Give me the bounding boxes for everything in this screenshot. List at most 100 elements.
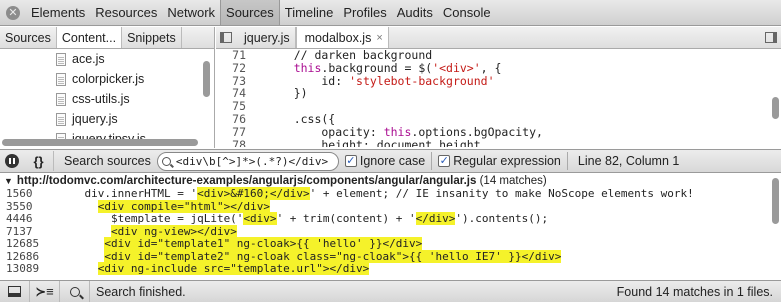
file-icon [56,52,66,66]
search-toggle-button[interactable] [60,280,90,302]
code-line: 74 }) [216,86,781,101]
show-debugger-sidebar-button[interactable] [761,27,781,48]
navigator-scrollbar[interactable] [201,49,212,147]
result-line[interactable]: 12685 <div id="template1" ng-cloak>{{ 'h… [0,237,781,251]
ignore-case-checkbox[interactable]: ✓ Ignore case [344,154,425,168]
result-match-count: (14 matches) [479,175,547,187]
scrollbar-thumb[interactable] [772,178,779,224]
search-icon [161,156,171,166]
file-icon [56,72,66,86]
pause-icon [5,154,19,168]
match-highlight: <div ng-view></div> [110,224,237,238]
code-line: 78 height: document.height [216,138,781,147]
tab-console[interactable]: Console [438,0,496,25]
editor-scrollbar[interactable] [770,49,781,147]
cursor-position: Line 82, Column 1 [577,154,680,168]
search-label: Search sources [64,154,151,168]
search-input[interactable]: <div\b[^>]*>(.*?)</div> [156,151,339,171]
file-name: colorpicker.js [72,72,145,86]
pause-on-exceptions-button[interactable] [0,154,24,168]
navigator-tabs: Sources Content... Snippets [0,27,214,49]
line-number[interactable]: 72 [216,61,256,75]
search-results: ▼ http://todomvc.com/architecture-example… [0,174,781,279]
tab-resources[interactable]: Resources [90,0,162,25]
dock-toggle-button[interactable] [0,280,30,302]
line-number[interactable]: 76 [216,113,256,126]
navigator-horizontal-scrollbar[interactable] [0,137,215,147]
file-tree-item[interactable]: jquery.js [0,109,214,129]
match-summary: Found 14 matches in 1 files. [616,284,773,299]
scrollbar-thumb[interactable] [2,139,198,146]
result-line-number: 1560 [6,187,33,200]
navigator-tab-sources[interactable]: Sources [0,27,57,48]
line-text [256,100,266,113]
console-icon: ≻≡ [35,283,54,299]
code-view[interactable]: 71 // darken background 72 this.backgrou… [216,49,781,147]
line-text: .css({ [266,111,336,126]
file-name: ace.js [72,52,105,66]
file-tree-item[interactable]: css-utils.js [0,89,214,109]
tab-network[interactable]: Network [162,0,220,25]
editor-tab-modalbox[interactable]: modalbox.js × [295,27,389,48]
code-line: 77 opacity: this.options.bgOpacity, [216,124,781,139]
navigator-tab-content-scripts[interactable]: Content... [56,27,123,48]
regular-expression-checkbox[interactable]: ✓ Regular expression [438,154,561,168]
line-number[interactable]: 71 [216,49,256,62]
tab-elements[interactable]: Elements [26,0,90,25]
panel-toolbar: ✕ Elements Resources Network Sources Tim… [0,0,781,26]
show-navigator-button[interactable] [216,27,236,48]
file-tree-item[interactable]: ace.js [0,49,214,69]
line-number[interactable]: 77 [216,125,256,139]
search-icon [69,286,80,297]
result-line[interactable]: 4446 $template = jqLite('<div>' + trim(c… [0,212,781,226]
match-highlight: <div id="template2" ng-cloak class="ng-c… [104,249,562,263]
editor-tab-jquery[interactable]: jquery.js [236,27,296,48]
match-highlight: <div compile="html"></div> [97,199,270,213]
scrollbar-thumb[interactable] [772,97,779,119]
line-number[interactable]: 78 [216,138,256,147]
result-file-header[interactable]: ▼ http://todomvc.com/architecture-example… [0,174,781,188]
match-highlight: <div> [243,212,277,225]
match-highlight: <div id="template1" ng-cloak>{{ 'hello' … [104,237,423,250]
editor-tab-label: modalbox.js [304,30,372,45]
checkbox-check-icon[interactable]: ✓ [438,155,451,167]
navigator-toggle-icon [220,32,232,43]
search-query[interactable]: <div\b[^>]*>(.*?)</div> [176,155,328,168]
file-tree: ace.js colorpicker.js css-utils.js jquer… [0,49,214,147]
tab-audits[interactable]: Audits [392,0,438,25]
results-scrollbar[interactable] [770,174,781,279]
show-console-button[interactable]: ≻≡ [30,280,60,302]
file-icon [56,92,66,106]
debugger-toggle-icon [765,32,777,43]
navigator-tab-snippets[interactable]: Snippets [122,27,182,48]
sources-navigator: Sources Content... Snippets ace.js color… [0,27,215,148]
line-text: opacity: this.options.bgOpacity, [266,124,543,139]
file-icon [56,112,66,126]
code-line: 72 this.background = $('<div>', { [216,61,781,75]
result-line[interactable]: 13089 <div ng-include src="template.url"… [0,262,781,276]
divider [431,152,433,170]
close-devtools-button[interactable]: ✕ [0,0,26,25]
dock-icon [8,286,21,297]
checkbox-check-icon[interactable]: ✓ [344,155,357,167]
close-icon: ✕ [6,5,20,20]
file-tree-item[interactable]: colorpicker.js [0,69,214,89]
line-text: // darken background [266,49,433,62]
scrollbar-thumb[interactable] [203,61,210,97]
tab-timeline[interactable]: Timeline [280,0,339,25]
result-line-number: 4446 [6,212,33,225]
search-bar: {} Search sources <div\b[^>]*>(.*?)</div… [0,149,781,173]
file-name: css-utils.js [72,92,130,106]
pretty-print-button[interactable]: {} [24,151,54,171]
result-line[interactable]: 1560 div.innerHTML = '<div>&#160;</div>'… [0,187,781,201]
search-status: Search finished. [96,284,186,299]
divider [566,152,568,170]
tab-sources[interactable]: Sources [220,0,280,25]
close-tab-icon[interactable]: × [376,32,382,44]
disclosure-triangle-icon[interactable]: ▼ [4,176,13,186]
line-text: }) [266,86,308,101]
tab-profiles[interactable]: Profiles [338,0,391,25]
status-bar: ≻≡ Search finished. Found 14 matches in … [0,280,781,302]
editor-tab-label: jquery.js [244,30,290,45]
result-file-url[interactable]: http://todomvc.com/architecture-examples… [17,175,476,187]
